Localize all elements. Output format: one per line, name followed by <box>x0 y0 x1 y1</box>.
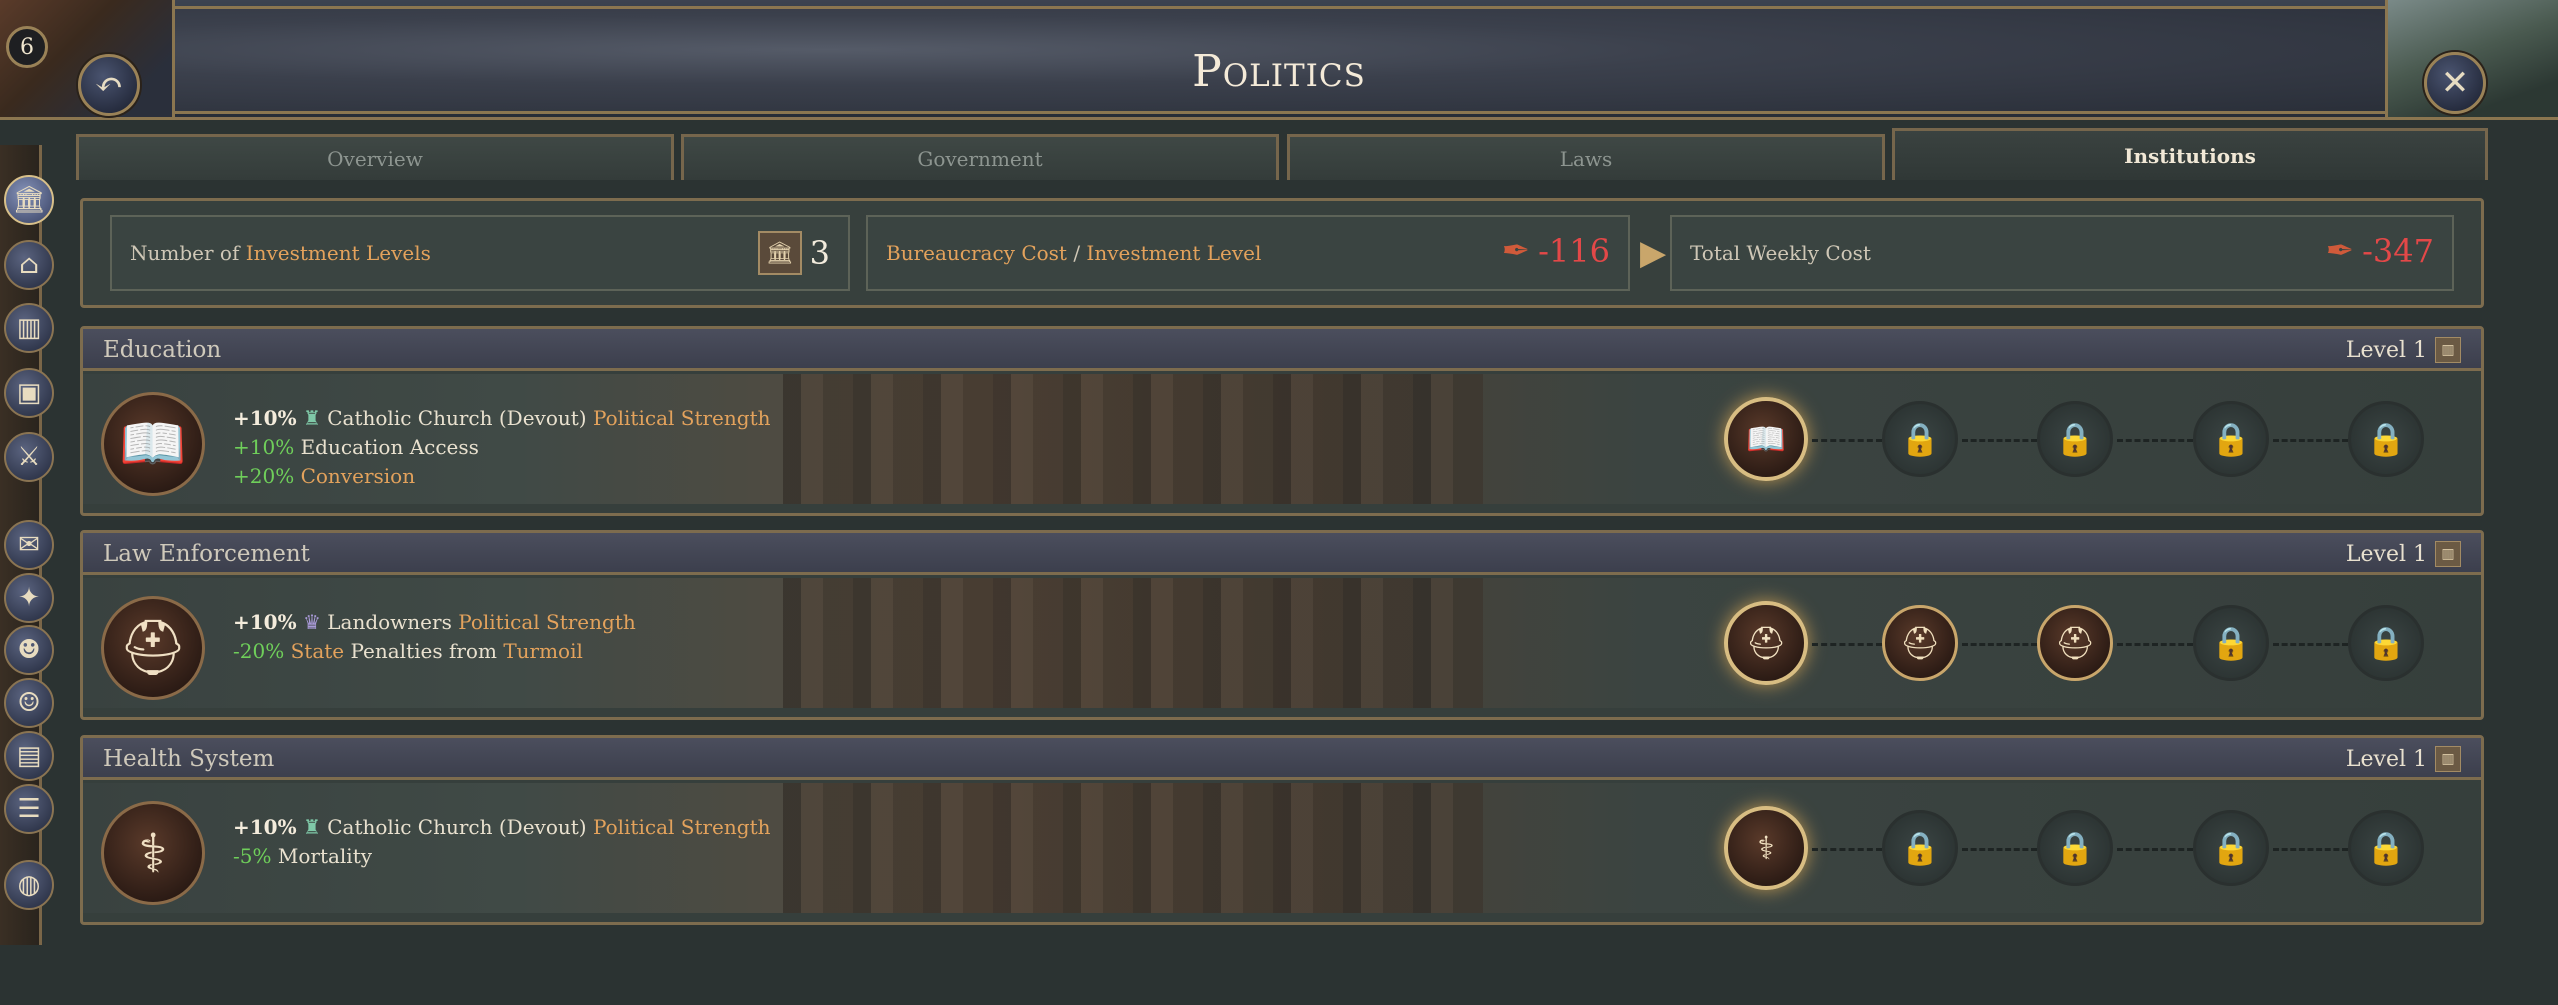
institution-health-system: Health System Level 1 ▥ ⚕ +10% ♜ Catholic… <box>80 735 2484 925</box>
modifier-line: -20% State Penalties from Turmoil <box>233 639 583 663</box>
tab-laws[interactable]: Laws <box>1287 134 1885 180</box>
institution-icon[interactable]: 🏛 <box>4 175 54 225</box>
hospital-illustration <box>783 783 1483 913</box>
page-title: Politics <box>1192 46 1366 97</box>
slot-connector <box>2117 848 2193 851</box>
investment-levels-label: Number of Investment Levels <box>130 241 431 265</box>
tab-overview[interactable]: Overview <box>76 134 674 180</box>
lock-icon[interactable]: 🔒 <box>2193 605 2269 681</box>
education-illustration <box>783 374 1483 504</box>
slot-connector <box>1812 848 1882 851</box>
factory-icon[interactable]: ▥ <box>4 303 54 353</box>
slot-connector <box>1812 439 1882 442</box>
section-body: 📖 +10% ♜ Catholic Church (Devout) Politi… <box>83 374 2481 504</box>
police-illustration <box>783 578 1483 708</box>
modifier-line: -5% Mortality <box>233 844 373 868</box>
slot-connector <box>2273 848 2348 851</box>
institution-law-enforcement: Law Enforcement Level 1 ▥ ⛑ +10% ♛ Landow… <box>80 530 2484 720</box>
close-icon: ✕ <box>2440 63 2470 103</box>
total-weekly-cost-box: Total Weekly Cost ✒ -347 <box>1670 215 2454 291</box>
church-icon: ♜ <box>302 406 321 430</box>
slot-connector <box>1962 643 2037 646</box>
slot-connector <box>1962 848 2037 851</box>
institution-icon: ▥ <box>2435 541 2461 567</box>
institution-level: Level 1 ▥ <box>2346 541 2461 567</box>
bureaucracy-quill-icon: ✒ <box>2325 231 2355 271</box>
investment-slot-active[interactable]: ⚕ <box>1724 806 1808 890</box>
modifier-line: +10% ♜ Catholic Church (Devout) Politica… <box>233 406 771 430</box>
slot-connector <box>2117 643 2193 646</box>
section-header: Law Enforcement Level 1 ▥ <box>83 533 2481 575</box>
culture-icon[interactable]: ☻ <box>4 625 54 675</box>
institution-name: Law Enforcement <box>103 541 310 567</box>
globe-icon[interactable]: ◍ <box>4 860 54 910</box>
lock-icon[interactable]: 🔒 <box>2348 810 2424 886</box>
slot-connector <box>2117 439 2193 442</box>
institution-name: Education <box>103 337 222 363</box>
close-button[interactable]: ✕ <box>2424 52 2486 114</box>
modifier-list: +10% ♜ Catholic Church (Devout) Politica… <box>233 404 770 491</box>
investment-slot-active[interactable]: ⛑ <box>1724 601 1808 685</box>
military-icon[interactable]: ⚔ <box>4 432 54 482</box>
book-icon: 📖 <box>101 392 205 496</box>
institution-icon: ▥ <box>2435 337 2461 363</box>
bureaucracy-cost-box: Bureaucracy Cost / Investment Level ✒ -11… <box>866 215 1630 291</box>
investment-slot-unlocked[interactable]: ⛑ <box>1882 605 1958 681</box>
landowner-icon: ♛ <box>302 610 321 634</box>
lock-icon[interactable]: 🔒 <box>1882 401 1958 477</box>
modifier-line: +10% ♛ Landowners Political Strength <box>233 610 636 634</box>
undo-arrow-icon: ↶ <box>94 65 124 105</box>
slot-connector <box>2273 439 2348 442</box>
lock-icon[interactable]: 🔒 <box>2193 810 2269 886</box>
investment-levels-box: Number of Investment Levels 🏛 3 <box>110 215 850 291</box>
institution-level: Level 1 ▥ <box>2346 337 2461 363</box>
caduceus-icon: ⚕ <box>101 801 205 905</box>
institution-icon: ▥ <box>2435 746 2461 772</box>
lock-icon[interactable]: 🔒 <box>2348 605 2424 681</box>
investment-slot-active[interactable]: 📖 <box>1724 397 1808 481</box>
police-cap-icon: ⛑ <box>101 596 205 700</box>
pop-icon[interactable]: ☺ <box>4 678 54 728</box>
slot-connector <box>2273 643 2348 646</box>
lock-icon[interactable]: 🔒 <box>2348 401 2424 477</box>
institution-name: Health System <box>103 746 275 772</box>
tab-government[interactable]: Government <box>681 134 1279 180</box>
modifier-line: +10% ♜ Catholic Church (Devout) Politica… <box>233 815 771 839</box>
book-icon[interactable]: ▤ <box>4 731 54 781</box>
lock-icon[interactable]: 🔒 <box>2193 401 2269 477</box>
tab-institutions[interactable]: Institutions <box>1892 128 2488 180</box>
document-icon[interactable]: ☰ <box>4 784 54 834</box>
section-header: Health System Level 1 ▥ <box>83 738 2481 780</box>
total-weekly-cost-label: Total Weekly Cost <box>1690 241 1871 265</box>
building-icon[interactable]: ⌂ <box>4 240 54 290</box>
modifier-line: +20% Conversion <box>233 464 416 488</box>
total-weekly-cost-value: ✒ -347 <box>2325 231 2434 271</box>
bureaucracy-cost-value: ✒ -116 <box>1501 231 1610 271</box>
diplomacy-icon[interactable]: ✉ <box>4 520 54 570</box>
bureaucracy-quill-icon: ✒ <box>1501 231 1531 271</box>
institution-icon: 🏛 <box>757 231 802 275</box>
lock-icon[interactable]: 🔒 <box>2037 810 2113 886</box>
institution-level: Level 1 ▥ <box>2346 746 2461 772</box>
section-header: Education Level 1 ▥ <box>83 329 2481 371</box>
investment-levels-value: 🏛 3 <box>757 231 830 275</box>
lock-icon[interactable]: 🔒 <box>2037 401 2113 477</box>
modifier-list: +10% ♜ Catholic Church (Devout) Politica… <box>233 813 770 871</box>
institution-education: Education Level 1 ▥ 📖 +10% ♜ Catholic Chu… <box>80 326 2484 516</box>
lock-icon[interactable]: 🔒 <box>1882 810 1958 886</box>
arrow-right-icon: ▶ <box>1640 233 1667 273</box>
slot-connector <box>1812 643 1882 646</box>
goods-icon[interactable]: ▣ <box>4 368 54 418</box>
modifier-line: +10% Education Access <box>233 435 479 459</box>
slot-connector <box>1962 439 2037 442</box>
tech-icon[interactable]: ✦ <box>4 573 54 623</box>
back-button[interactable]: ↶ <box>78 54 140 116</box>
modifier-list: +10% ♛ Landowners Political Strength -20… <box>233 608 636 666</box>
church-icon: ♜ <box>302 815 321 839</box>
section-body: ⛑ +10% ♛ Landowners Political Strength -… <box>83 578 2481 708</box>
bureaucracy-cost-label: Bureaucracy Cost / Investment Level <box>886 241 1262 265</box>
section-body: ⚕ +10% ♜ Catholic Church (Devout) Politi… <box>83 783 2481 913</box>
investment-slot-unlocked[interactable]: ⛑ <box>2037 605 2113 681</box>
